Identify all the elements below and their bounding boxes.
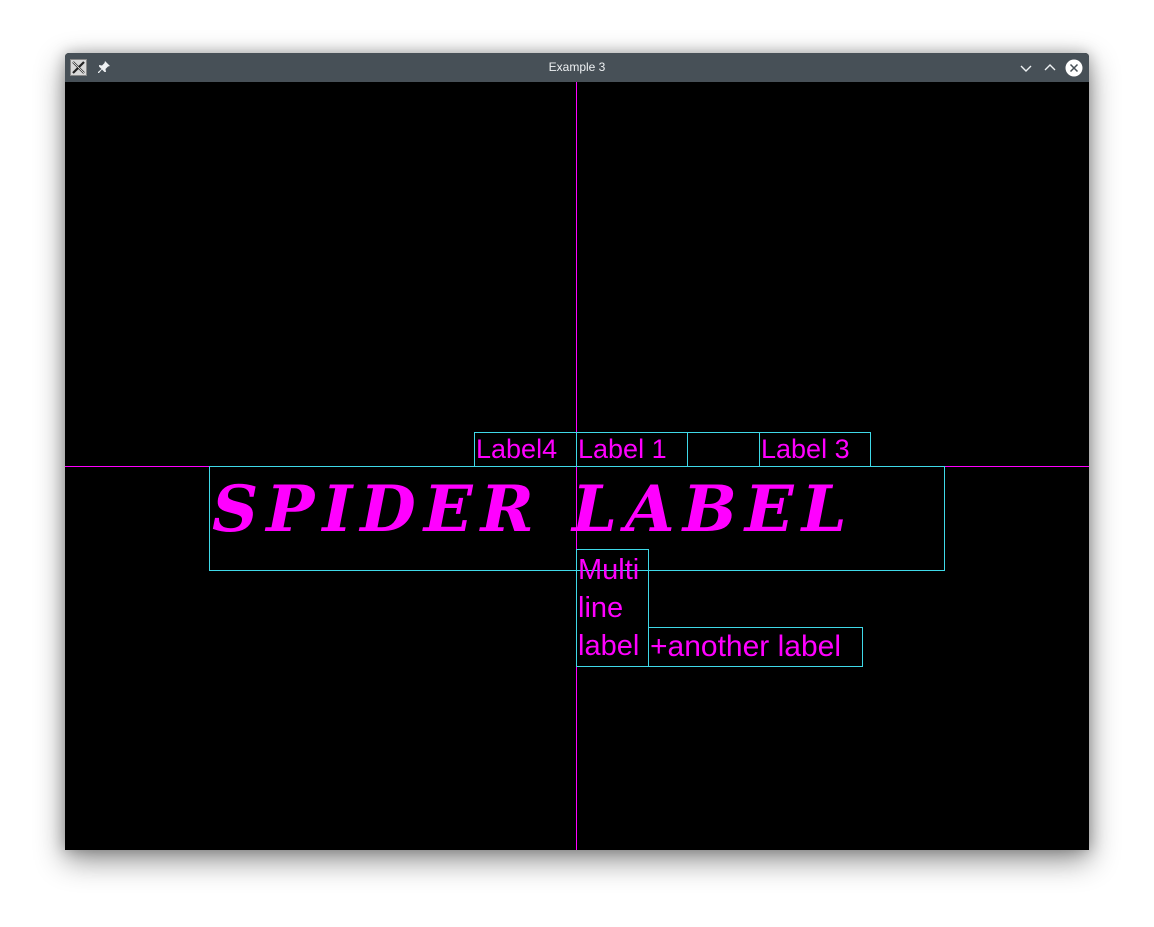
another-label: +another label [648, 627, 863, 667]
chevron-up-icon [1044, 64, 1056, 71]
chevron-down-icon [1020, 65, 1032, 72]
maximize-button[interactable] [1041, 59, 1059, 77]
canvas-area: Label4 Label 1 Label 3 SPIDER LABEL Mult… [65, 82, 1089, 850]
label3: Label 3 [759, 432, 871, 467]
close-button[interactable] [1065, 59, 1083, 77]
close-icon [1065, 59, 1083, 77]
multiline-label: Multi line label [576, 549, 649, 667]
app-window: Example 3 Label4 Label 1 Label 3 SPIDER … [65, 53, 1089, 850]
minimize-button[interactable] [1017, 59, 1035, 77]
title-bar[interactable]: Example 3 [65, 53, 1089, 82]
window-title: Example 3 [548, 60, 606, 74]
label2 [687, 432, 760, 467]
label1: Label 1 [576, 432, 688, 467]
label4: Label4 [474, 432, 577, 467]
